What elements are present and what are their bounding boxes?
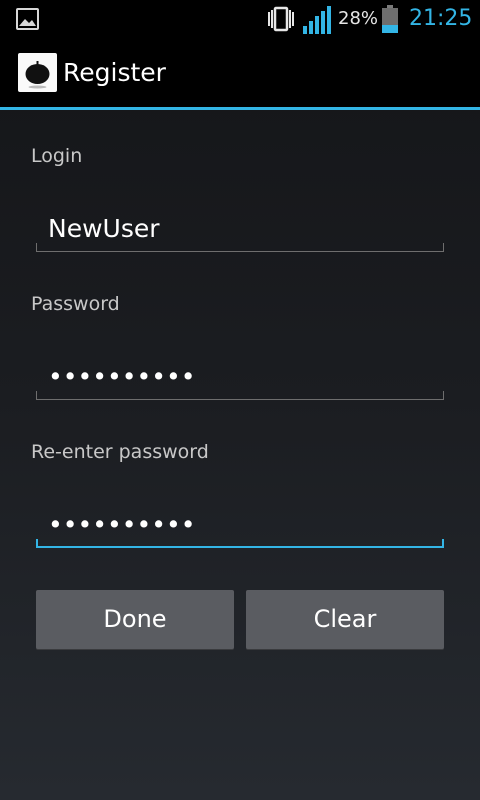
vibrate-icon bbox=[268, 6, 294, 32]
signal-icon bbox=[303, 6, 331, 34]
register-screen: 28% 21:25 Register Login Password Re-ent… bbox=[0, 0, 480, 800]
login-label: Login bbox=[31, 145, 83, 167]
clear-button[interactable]: Clear bbox=[246, 590, 444, 649]
page-title: Register bbox=[63, 58, 166, 87]
password-label: Password bbox=[31, 293, 120, 315]
battery-icon bbox=[382, 5, 398, 33]
login-field-underline bbox=[36, 243, 444, 252]
tomato-icon[interactable] bbox=[18, 53, 57, 92]
clock: 21:25 bbox=[409, 6, 473, 31]
action-bar: Register bbox=[0, 38, 480, 107]
gallery-icon bbox=[16, 8, 39, 30]
reenter-password-field-underline bbox=[36, 539, 444, 548]
done-button[interactable]: Done bbox=[36, 590, 234, 649]
password-field-underline bbox=[36, 391, 444, 400]
battery-percent: 28% bbox=[338, 8, 379, 29]
action-bar-divider bbox=[0, 107, 480, 110]
reenter-password-label: Re-enter password bbox=[31, 441, 209, 463]
status-bar: 28% 21:25 bbox=[0, 0, 480, 38]
